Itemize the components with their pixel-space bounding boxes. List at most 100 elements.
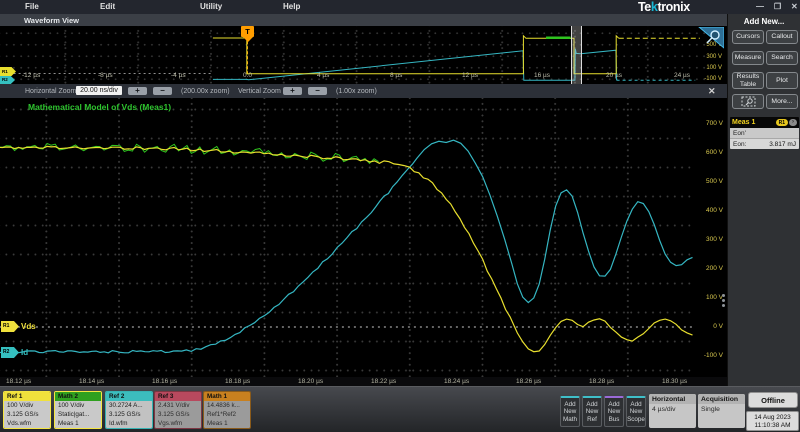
tekscope-window: File Edit Utility Help Tektronix — ❐ ✕ W… bbox=[0, 0, 800, 432]
trigger-marker[interactable]: T bbox=[241, 26, 254, 42]
time-label: 18.30 µs bbox=[662, 378, 687, 385]
close-icon[interactable]: ✕ bbox=[791, 2, 798, 11]
overview-time-label: -4 µs bbox=[171, 72, 186, 79]
waveform-overview[interactable]: T R1 R2 -12 µs -8 µs -4 µs 0.0 4 µs 8 µs… bbox=[0, 26, 727, 84]
channel-badge-math2[interactable]: Math 2 100 V/divStatic|gat...Meas 1 bbox=[54, 391, 102, 429]
channel-badge-ref3[interactable]: Ref 3 2.431 V/div3.125 GS/sVgs.wfm bbox=[154, 391, 202, 429]
trace-vds-ref1 bbox=[213, 36, 619, 74]
overview-time-label: 4 µs bbox=[317, 72, 329, 79]
restore-icon[interactable]: ❐ bbox=[774, 2, 781, 11]
overview-time-label: -8 µs bbox=[98, 72, 113, 79]
draw-a-box-button[interactable] bbox=[732, 94, 764, 109]
trigger-pointer-icon bbox=[243, 37, 253, 42]
time-label: 18.16 µs bbox=[152, 378, 177, 385]
overview-time-label: 24 µs bbox=[674, 72, 690, 79]
overview-time-label: 8 µs bbox=[390, 72, 402, 79]
tab-waveform-view[interactable]: Waveform View bbox=[24, 16, 79, 25]
time-axis: 18.12 µs 18.14 µs 18.16 µs 18.18 µs 18.2… bbox=[0, 377, 727, 386]
offline-button[interactable]: Offline bbox=[748, 392, 798, 408]
meas1-expand-icon[interactable]: › bbox=[789, 119, 797, 126]
add-new-scope-button[interactable]: Add New Scope bbox=[626, 396, 646, 427]
overview-time-label: 12 µs bbox=[462, 72, 478, 79]
v-zoom-label: Vertical Zoom bbox=[238, 88, 281, 95]
v-axis-label: 400 V bbox=[694, 207, 723, 214]
v-zoom-plus-button[interactable]: + bbox=[283, 87, 302, 95]
main-traces bbox=[0, 98, 693, 377]
h-zoom-minus-button[interactable]: − bbox=[153, 87, 172, 95]
plot-button[interactable]: Plot bbox=[766, 72, 798, 89]
menu-file[interactable]: File bbox=[25, 2, 39, 11]
datetime-display: 14 Aug 202311:10:38 AM bbox=[746, 411, 799, 431]
trace-vds-voltage bbox=[0, 146, 692, 352]
menu-edit[interactable]: Edit bbox=[100, 2, 115, 11]
add-new-ref-button[interactable]: Add New Ref bbox=[582, 396, 602, 427]
results-bar: Add New... Cursors Callout Measure Searc… bbox=[727, 14, 800, 386]
time-label: 18.20 µs bbox=[298, 378, 323, 385]
trace-math2-model bbox=[0, 142, 379, 163]
minimize-icon[interactable]: — bbox=[756, 2, 764, 11]
overview-time-label: 16 µs bbox=[534, 72, 550, 79]
results-table-button[interactable]: Results Table bbox=[732, 72, 764, 89]
panel-resize-handle[interactable] bbox=[722, 294, 725, 307]
zoom-toolbar: Horizontal Zoom Scale 20.00 ns/div + − (… bbox=[0, 84, 727, 98]
measure-button[interactable]: Measure bbox=[732, 51, 764, 65]
meas1-name: Meas 1 bbox=[732, 119, 776, 126]
callout-button[interactable]: Callout bbox=[766, 30, 798, 44]
v-axis-label: 200 V bbox=[694, 265, 723, 272]
zoom-close-icon[interactable]: ✕ bbox=[708, 86, 716, 97]
zoom-waveform-view[interactable]: Mathematical Model of Vds (Meas1) 700 V … bbox=[0, 98, 727, 377]
h-zoom-plus-button[interactable]: + bbox=[128, 87, 147, 95]
v-axis-label: 300 V bbox=[694, 236, 723, 243]
time-label: 18.28 µs bbox=[589, 378, 614, 385]
add-new-math-button[interactable]: Add New Math bbox=[560, 396, 580, 427]
time-label: 18.18 µs bbox=[225, 378, 250, 385]
tektronix-logo: Tektronix bbox=[638, 0, 726, 14]
horizontal-panel[interactable]: Horizontal 4 µs/div bbox=[649, 394, 696, 428]
meas1-source-badge: R1 bbox=[776, 119, 788, 126]
menu-bar: File Edit Utility Help Tektronix — ❐ ✕ bbox=[0, 0, 800, 14]
meas1-row: Eon:3.817 mJ bbox=[730, 139, 799, 149]
trace-id-ref2 bbox=[213, 49, 617, 81]
v-axis-label: 700 V bbox=[694, 120, 723, 127]
time-label: 18.14 µs bbox=[79, 378, 104, 385]
overview-v-label: 100 V bbox=[692, 65, 722, 71]
channel-badge-ref2[interactable]: Ref 2 30.2724 A...3.125 GS/sId.wfm bbox=[105, 391, 153, 429]
v-axis-label: 0 V bbox=[694, 323, 723, 330]
trigger-t-icon: T bbox=[241, 26, 254, 37]
draw-a-box-icon bbox=[741, 96, 756, 107]
settings-bar: Ref 1 100 V/div3.125 GS/sVds.wfm Math 2 … bbox=[0, 386, 800, 432]
add-new-bus-button[interactable]: Add New Bus bbox=[604, 396, 624, 427]
zoom-magnifier-icon[interactable] bbox=[696, 27, 724, 49]
h-zoom-factor-text: (200.00x zoom) bbox=[181, 88, 230, 95]
search-button[interactable]: Search bbox=[766, 51, 798, 65]
ref2-channel-label: Id bbox=[21, 348, 28, 357]
acquisition-panel[interactable]: Acquisition Single bbox=[698, 394, 745, 428]
cursors-button[interactable]: Cursors bbox=[732, 30, 764, 44]
time-label: 18.22 µs bbox=[371, 378, 396, 385]
v-axis-label: -100 V bbox=[694, 352, 723, 359]
plot-title: Mathematical Model of Vds (Meas1) bbox=[28, 102, 171, 112]
v-axis-label: 600 V bbox=[694, 149, 723, 156]
overview-v-label: -100 V bbox=[692, 76, 722, 82]
zoom-window-selector[interactable] bbox=[571, 26, 582, 84]
v-axis-label: 500 V bbox=[694, 178, 723, 185]
time-label: 18.26 µs bbox=[516, 378, 541, 385]
ref1-channel-label: Vds bbox=[21, 322, 36, 331]
channel-badge-math1[interactable]: Math 1 14.4836 k...Ref1*Ref2Meas 1 bbox=[203, 391, 251, 429]
meas1-badge[interactable]: Meas 1 R1 › Eon' Eon:3.817 mJ bbox=[730, 117, 799, 149]
time-label: 18.12 µs bbox=[6, 378, 31, 385]
channel-badge-ref1[interactable]: Ref 1 100 V/div3.125 GS/sVds.wfm bbox=[3, 391, 51, 429]
h-zoom-scale-value[interactable]: 20.00 ns/div bbox=[76, 86, 122, 95]
menu-help[interactable]: Help bbox=[283, 2, 300, 11]
overview-time-label: -12 µs bbox=[22, 72, 40, 79]
menu-utility[interactable]: Utility bbox=[200, 2, 222, 11]
overview-time-label: 20 µs bbox=[606, 72, 622, 79]
time-label: 18.24 µs bbox=[444, 378, 469, 385]
more-button[interactable]: More... bbox=[766, 94, 798, 109]
overview-v-label: 300 V bbox=[692, 54, 722, 60]
meas1-row: Eon' bbox=[730, 128, 799, 139]
meas1-header[interactable]: Meas 1 R1 › bbox=[730, 117, 799, 128]
v-zoom-minus-button[interactable]: − bbox=[308, 87, 327, 95]
trace-id-current bbox=[0, 140, 692, 353]
overview-time-label: 0.0 bbox=[243, 72, 252, 79]
